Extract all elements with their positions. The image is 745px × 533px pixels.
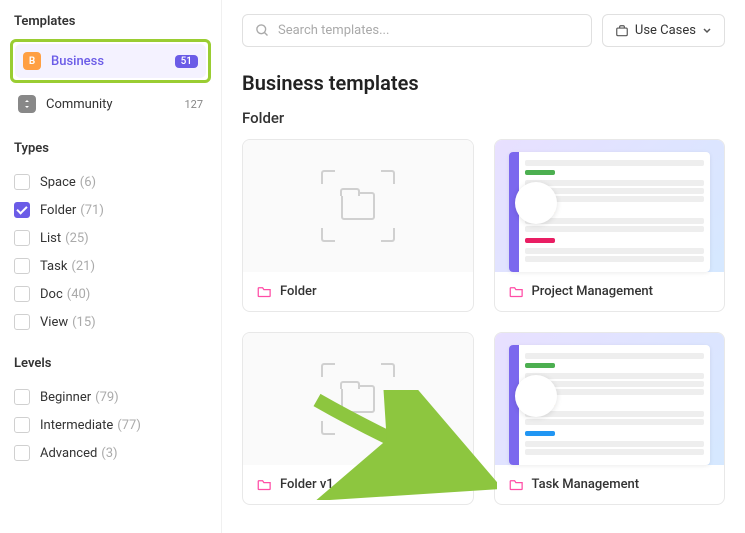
filter-count: (3) [101, 446, 117, 461]
checkbox-checked-icon [14, 202, 30, 218]
filter-count: (25) [65, 231, 89, 246]
main: Use Cases Business templates Folder Fold… [222, 0, 745, 533]
filter-label: Beginner [40, 390, 91, 405]
filter-count: (40) [67, 287, 91, 302]
filter-count: (15) [72, 315, 96, 330]
filter-count: (79) [95, 390, 119, 405]
card-label: Folder v1 [280, 477, 334, 492]
search-icon [255, 23, 270, 38]
sidebar-item-count: 51 [175, 55, 198, 68]
community-badge [18, 95, 36, 113]
filter-label: Doc [40, 287, 63, 302]
card-label: Folder [280, 284, 317, 299]
filter-advanced[interactable]: Advanced (3) [10, 439, 211, 467]
types-header: Types [14, 141, 211, 156]
filter-beginner[interactable]: Beginner (79) [10, 383, 211, 411]
levels-header: Levels [14, 356, 211, 371]
checkbox-icon [14, 314, 30, 330]
sidebar-item-business[interactable]: B Business 51 [15, 44, 206, 78]
filter-intermediate[interactable]: Intermediate (77) [10, 411, 211, 439]
checkbox-icon [14, 417, 30, 433]
checkbox-icon [14, 389, 30, 405]
filter-count: (21) [71, 259, 95, 274]
preview-thumbnail [509, 152, 711, 272]
card-label-row: Folder [243, 272, 473, 311]
filter-doc[interactable]: Doc (40) [10, 280, 211, 308]
sidebar-item-count: 127 [184, 98, 203, 111]
sort-icon [22, 99, 32, 109]
filter-count: (6) [80, 175, 96, 190]
filter-count: (77) [117, 418, 141, 433]
filter-label: Space [40, 175, 76, 190]
cards-grid: Folder [242, 139, 725, 505]
card-label: Task Management [532, 477, 640, 492]
checkbox-icon [14, 174, 30, 190]
filter-task[interactable]: Task (21) [10, 252, 211, 280]
sidebar-item-label: Business [51, 54, 104, 69]
card-preview [495, 333, 725, 465]
filter-label: Intermediate [40, 418, 113, 433]
section-title: Folder [242, 109, 725, 127]
card-label-row: Folder v1 [243, 465, 473, 504]
sidebar-item-community[interactable]: Community 127 [10, 87, 211, 121]
use-cases-button[interactable]: Use Cases [602, 14, 725, 47]
templates-header: Templates [10, 14, 211, 29]
filter-space[interactable]: Space (6) [10, 168, 211, 196]
template-card-folder[interactable]: Folder [242, 139, 474, 312]
checkbox-icon [14, 286, 30, 302]
card-label-row: Task Management [495, 465, 725, 504]
checkbox-icon [14, 230, 30, 246]
use-cases-label: Use Cases [635, 23, 696, 38]
card-preview [243, 140, 473, 272]
filter-folder[interactable]: Folder (71) [10, 196, 211, 224]
sidebar: Templates B Business 51 Community 127 Ty… [0, 0, 222, 533]
filter-list[interactable]: List (25) [10, 224, 211, 252]
filter-label: Task [40, 259, 67, 274]
briefcase-icon [615, 24, 629, 38]
checkbox-icon [14, 258, 30, 274]
filter-label: List [40, 231, 61, 246]
folder-icon [509, 285, 524, 298]
folder-placeholder-icon [321, 363, 395, 435]
template-card-project-management[interactable]: Project Management [494, 139, 726, 312]
filter-view[interactable]: View (15) [10, 308, 211, 336]
preview-thumbnail [509, 345, 711, 465]
card-preview [243, 333, 473, 465]
business-badge: B [23, 52, 41, 70]
checkbox-icon [14, 445, 30, 461]
search-box[interactable] [242, 14, 592, 47]
sidebar-item-label: Community [46, 97, 113, 112]
folder-icon [509, 478, 524, 491]
top-row: Use Cases [242, 14, 725, 47]
highlight-business: B Business 51 [10, 39, 211, 83]
card-label-row: Project Management [495, 272, 725, 311]
folder-icon [257, 285, 272, 298]
page-title: Business templates [242, 71, 725, 95]
card-label: Project Management [532, 284, 653, 299]
card-preview [495, 140, 725, 272]
search-input[interactable] [278, 23, 579, 38]
folder-icon [257, 478, 272, 491]
template-card-folder-v1[interactable]: Folder v1 [242, 332, 474, 505]
filter-label: Advanced [40, 446, 97, 461]
template-card-task-management[interactable]: Task Management [494, 332, 726, 505]
filter-label: Folder [40, 203, 76, 218]
folder-placeholder-icon [321, 170, 395, 242]
filter-label: View [40, 315, 68, 330]
chevron-down-icon [702, 26, 712, 36]
filter-count: (71) [80, 203, 104, 218]
